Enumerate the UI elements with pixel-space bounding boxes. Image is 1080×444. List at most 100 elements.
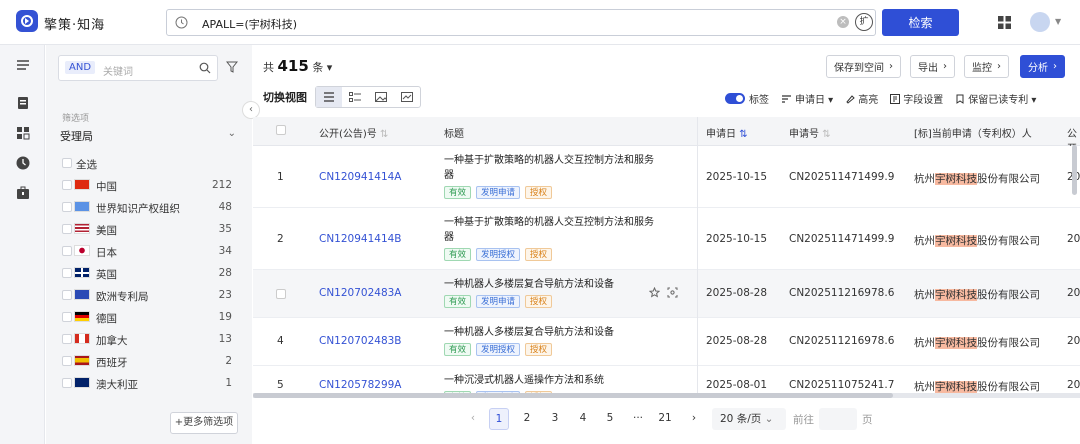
total-count[interactable]: 共 415 条 ▾ xyxy=(263,57,332,75)
page-size-select[interactable]: 20 条/页 ⌄ xyxy=(712,408,786,430)
filter-item[interactable]: 德国 19 xyxy=(60,307,236,329)
header-checkbox[interactable] xyxy=(276,125,286,135)
pubno-link[interactable]: CN120702483B xyxy=(319,335,402,347)
table-row[interactable]: 1 CN120941414A 一种基于扩散策略的机器人交互控制方法和服务器 有效 发明申… xyxy=(253,146,1080,208)
field-settings-button[interactable]: 字段设置 xyxy=(890,91,943,106)
filter-item[interactable]: 美国 35 xyxy=(60,219,236,241)
table-row[interactable]: 4 CN120702483B 一种机器人多楼层复合导航方法和设备 有效 发明授权 授权 20… xyxy=(253,318,1080,366)
toggle-switch[interactable] xyxy=(725,93,745,104)
filter-item[interactable]: 英国 28 xyxy=(60,263,236,285)
menu-icon[interactable] xyxy=(15,57,31,73)
keyword-placeholder[interactable]: 关键词 xyxy=(103,63,133,78)
page-number[interactable]: 1 xyxy=(489,408,509,430)
keep-read-select[interactable]: 保留已读专利 ▾ xyxy=(955,91,1036,106)
filter-item-count: 35 xyxy=(218,223,232,235)
vertical-scrollbar[interactable] xyxy=(1072,145,1077,195)
col-appno[interactable]: 申请号 ⇅ xyxy=(789,125,831,140)
highlight-button[interactable]: 高亮 xyxy=(845,91,878,106)
checkbox[interactable] xyxy=(62,312,72,322)
dashboard-icon[interactable] xyxy=(15,125,31,141)
goto-page-input[interactable] xyxy=(819,408,857,430)
image-view-icon[interactable] xyxy=(368,87,394,107)
star-icon[interactable] xyxy=(648,286,661,301)
monitor-button[interactable]: 监控 › xyxy=(964,55,1009,78)
search-icon[interactable] xyxy=(199,62,211,77)
pubno-link[interactable]: CN120578299A xyxy=(319,379,402,391)
patent-title[interactable]: 一种基于扩散策略的机器人交互控制方法和服务器 xyxy=(444,215,654,245)
filter-funnel-icon[interactable] xyxy=(225,61,239,76)
col-date[interactable]: 申请日 ⇅ xyxy=(706,125,748,140)
filter-item[interactable]: 日本 34 xyxy=(60,241,236,263)
pubno-link[interactable]: CN120941414B xyxy=(319,233,402,245)
clock-icon[interactable] xyxy=(15,155,31,171)
checkbox[interactable] xyxy=(62,224,72,234)
page-number[interactable]: 2 xyxy=(517,412,537,424)
search-button[interactable]: 检索 xyxy=(882,9,959,36)
save-space-button[interactable]: 保存到空间 › xyxy=(826,55,901,78)
detail-view-icon[interactable] xyxy=(342,87,368,107)
page-number[interactable]: 3 xyxy=(545,412,565,424)
select-all-item[interactable]: 全选 xyxy=(60,153,236,175)
checkbox[interactable] xyxy=(62,268,72,278)
filter-item[interactable]: 澳大利亚 1 xyxy=(60,373,236,395)
sort-label: 申请日 ▾ xyxy=(795,95,834,106)
briefcase-icon[interactable] xyxy=(15,185,31,201)
sort-icon[interactable]: ⇅ xyxy=(380,129,388,140)
total-suffix[interactable]: 条 ▾ xyxy=(312,61,332,74)
filter-item[interactable]: 欧洲专利局 23 xyxy=(60,285,236,307)
filter-item[interactable]: 西班牙 2 xyxy=(60,351,236,373)
filter-item[interactable]: 加拿大 13 xyxy=(60,329,236,351)
expand-button[interactable]: 扩 xyxy=(855,13,873,31)
patent-title[interactable]: 一种机器人多楼层复合导航方法和设备 xyxy=(444,277,654,292)
scan-icon[interactable] xyxy=(667,287,678,301)
filter-item[interactable]: 中国 212 xyxy=(60,175,236,197)
chart-view-icon[interactable] xyxy=(394,87,420,107)
export-button[interactable]: 导出 › xyxy=(910,55,955,78)
sort-desc-icon[interactable]: ⇅ xyxy=(739,129,747,140)
and-operator[interactable]: AND xyxy=(65,61,96,74)
list-view-icon[interactable] xyxy=(316,87,342,107)
tag-toggle[interactable]: 标签 xyxy=(725,91,769,106)
avatar-chevron-icon[interactable]: ▼ xyxy=(1055,17,1061,26)
patent-title[interactable]: 一种沉浸式机器人遥操作方法和系统 xyxy=(444,373,654,388)
filter-section-office[interactable]: 受理局 ⌄ xyxy=(60,128,236,144)
table-row[interactable]: CN120702483A 一种机器人多楼层复合导航方法和设备 有效 发明申请 授权 202… xyxy=(253,270,1080,318)
keyword-search[interactable]: AND 关键词 xyxy=(58,55,218,81)
next-page-button[interactable]: › xyxy=(684,412,704,424)
checkbox[interactable] xyxy=(62,378,72,388)
page-ellipsis[interactable]: ··· xyxy=(628,412,648,424)
pubno-link[interactable]: CN120702483A xyxy=(319,287,402,299)
app-logo[interactable] xyxy=(16,10,38,32)
search-query[interactable]: APALL=(宇树科技) xyxy=(202,16,297,32)
status-badge: 有效 xyxy=(444,343,472,356)
table-row[interactable]: 2 CN120941414B 一种基于扩散策略的机器人交互控制方法和服务器 有效 发明授… xyxy=(253,208,1080,270)
checkbox[interactable] xyxy=(62,158,72,168)
checkbox[interactable] xyxy=(62,334,72,344)
chevron-down-icon[interactable]: ⌄ xyxy=(228,128,236,139)
checkbox[interactable] xyxy=(62,290,72,300)
checkbox[interactable] xyxy=(62,246,72,256)
patent-title[interactable]: 一种基于扩散策略的机器人交互控制方法和服务器 xyxy=(444,153,654,183)
search-box[interactable]: APALL=(宇树科技) × 扩 xyxy=(166,9,876,36)
page-number[interactable]: 5 xyxy=(600,412,620,424)
apps-grid-icon[interactable] xyxy=(997,15,1012,33)
page-number[interactable]: 4 xyxy=(573,412,593,424)
page-number[interactable]: 21 xyxy=(655,412,675,424)
more-filters-button[interactable]: +更多筛选项 xyxy=(170,412,238,434)
checkbox[interactable] xyxy=(62,180,72,190)
document-icon[interactable] xyxy=(15,95,31,111)
checkbox[interactable] xyxy=(62,356,72,366)
analyze-button[interactable]: 分析 › xyxy=(1020,55,1065,78)
patent-title[interactable]: 一种机器人多楼层复合导航方法和设备 xyxy=(444,325,654,340)
col-pubno[interactable]: 公开(公告)号 ⇅ xyxy=(319,125,388,140)
history-icon[interactable] xyxy=(175,16,188,32)
checkbox[interactable] xyxy=(62,202,72,212)
pubno-link[interactable]: CN120941414A xyxy=(319,171,402,183)
user-avatar[interactable] xyxy=(1030,12,1050,32)
prev-page-button[interactable]: ‹ xyxy=(463,412,483,424)
sort-select[interactable]: 申请日 ▾ xyxy=(781,91,833,106)
row-checkbox[interactable] xyxy=(276,289,286,299)
clear-icon[interactable]: × xyxy=(837,16,849,28)
filter-item[interactable]: 世界知识产权组织 48 xyxy=(60,197,236,219)
sort-icon[interactable]: ⇅ xyxy=(822,129,830,140)
